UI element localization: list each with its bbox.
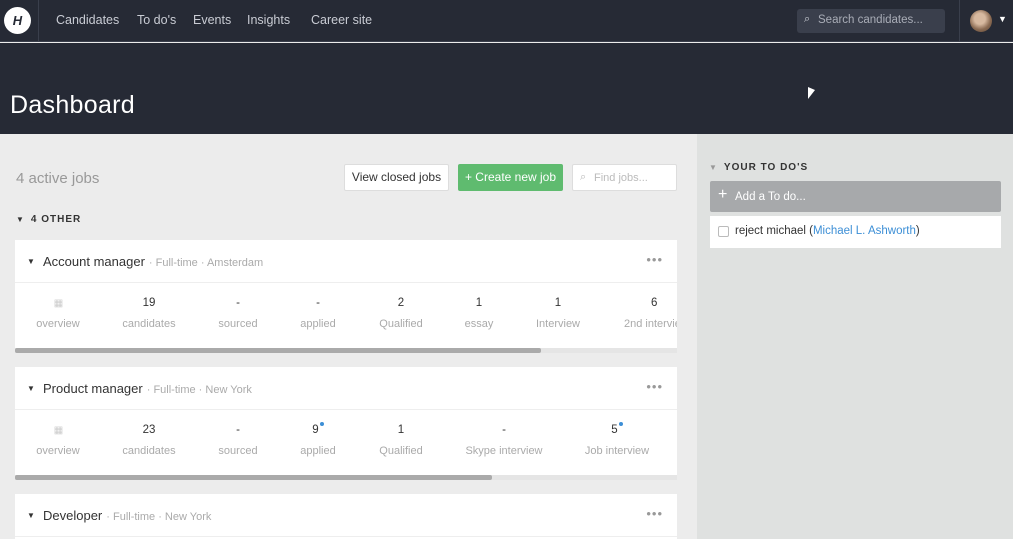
chevron-down-icon: ▼ [709,163,718,172]
stat-overview[interactable]: ▦ overview [13,297,103,330]
find-jobs-placeholder: Find jobs... [594,172,648,184]
nav-todos[interactable]: To do's [137,13,176,27]
candidate-link[interactable]: Michael L. Ashworth [813,225,916,237]
stat-applied[interactable]: - applied [273,297,363,330]
stat-essay[interactable]: 1 essay [434,297,524,330]
search-icon: ⌕ [580,171,587,183]
stat-qualified[interactable]: 1 Qualified [356,424,446,457]
job-title[interactable]: Account manager · Full-time · Amsterdam [43,254,263,269]
horizontal-scrollbar[interactable] [15,475,677,480]
chevron-down-icon[interactable]: ▼ [27,511,35,520]
todo-checkbox[interactable] [718,226,729,237]
stat-qualified[interactable]: 2 Qualified [356,297,446,330]
stat-overview[interactable]: ▦ overview [13,424,103,457]
todos-header[interactable]: ▼ YOUR TO DO'S [709,162,808,173]
stat-2nd-interview[interactable]: 62nd interview [612,297,677,330]
job-card-product-manager: ▼ Product manager · Full-time · New York … [15,367,677,480]
view-closed-jobs-button[interactable]: View closed jobs [344,164,449,191]
stat-candidates[interactable]: 19 candidates [104,297,194,330]
nav-candidates[interactable]: Candidates [56,13,119,27]
job-title[interactable]: Product manager · Full-time · New York [43,381,252,396]
stat-interview[interactable]: 1 Interview [513,297,603,330]
job-card-account-manager: ▼ Account manager · Full-time · Amsterdam… [15,240,677,353]
chevron-down-icon[interactable]: ▼ [27,384,35,393]
top-nav: H Candidates To do's Events Insights Car… [0,0,1013,42]
add-todo-input[interactable]: + Add a To do... [710,181,1001,212]
chevron-down-icon[interactable]: ▼ [998,14,1007,24]
grid-icon: ▦ [53,425,64,436]
stat-job-interview[interactable]: 5 Job interview [572,422,662,457]
todo-item: reject michael (Michael L. Ashworth) [710,216,1001,248]
job-card-developer: ▼ Developer · Full-time · New York ••• [15,494,677,539]
divider [38,0,39,42]
more-options-icon[interactable]: ••• [646,506,663,521]
stat-skype-interview[interactable]: - Skype interview [459,424,549,457]
todo-text: reject michael (Michael L. Ashworth) [735,225,920,237]
jobs-panel: 4 active jobs View closed jobs + Create … [0,134,697,539]
add-todo-placeholder: Add a To do... [735,191,806,203]
page-title: Dashboard [10,91,136,119]
search-placeholder: Search candidates... [818,14,923,26]
new-activity-dot [319,422,324,426]
create-new-job-button[interactable]: + Create new job [458,164,563,191]
avatar[interactable] [970,10,992,32]
nav-career-site[interactable]: Career site [311,13,372,27]
logo[interactable]: H [4,7,31,34]
horizontal-scrollbar[interactable] [15,348,677,353]
mouse-cursor-icon [808,87,815,99]
search-icon: ⌕ [804,13,811,25]
group-label: 4 OTHER [30,214,82,225]
more-options-icon[interactable]: ••• [646,252,663,267]
scrollbar-thumb[interactable] [15,348,542,353]
find-jobs-input[interactable]: ⌕ Find jobs... [572,164,677,191]
job-title[interactable]: Developer · Full-time · New York [43,508,211,523]
divider [15,536,677,537]
divider [959,0,960,42]
scrollbar-thumb[interactable] [15,475,492,480]
divider [15,282,677,283]
stat-applied[interactable]: 9 applied [273,422,363,457]
active-jobs-count: 4 active jobs [16,170,100,187]
group-header[interactable]: ▼ 4 OTHER [16,214,81,225]
job-meta: · Full-time · Amsterdam [148,257,264,269]
page-header: Dashboard [0,43,1013,134]
chevron-down-icon: ▼ [16,215,25,224]
search-input[interactable]: ⌕ Search candidates... [797,9,945,33]
nav-events[interactable]: Events [193,13,231,27]
todos-heading: YOUR TO DO'S [723,162,809,173]
grid-icon: ▦ [53,298,64,309]
plus-icon: + [718,186,728,203]
stat-candidates[interactable]: 23 candidates [104,424,194,457]
stat-sourced[interactable]: - sourced [193,424,283,457]
new-activity-dot [618,422,623,426]
divider [15,409,677,410]
more-options-icon[interactable]: ••• [646,379,663,394]
chevron-down-icon[interactable]: ▼ [27,257,35,266]
job-meta: · Full-time · New York [146,384,252,396]
nav-insights[interactable]: Insights [247,13,290,27]
todos-panel: ▼ YOUR TO DO'S + Add a To do... reject mi… [697,134,1013,539]
job-meta: · Full-time · New York [106,511,212,523]
stat-sourced[interactable]: - sourced [193,297,283,330]
